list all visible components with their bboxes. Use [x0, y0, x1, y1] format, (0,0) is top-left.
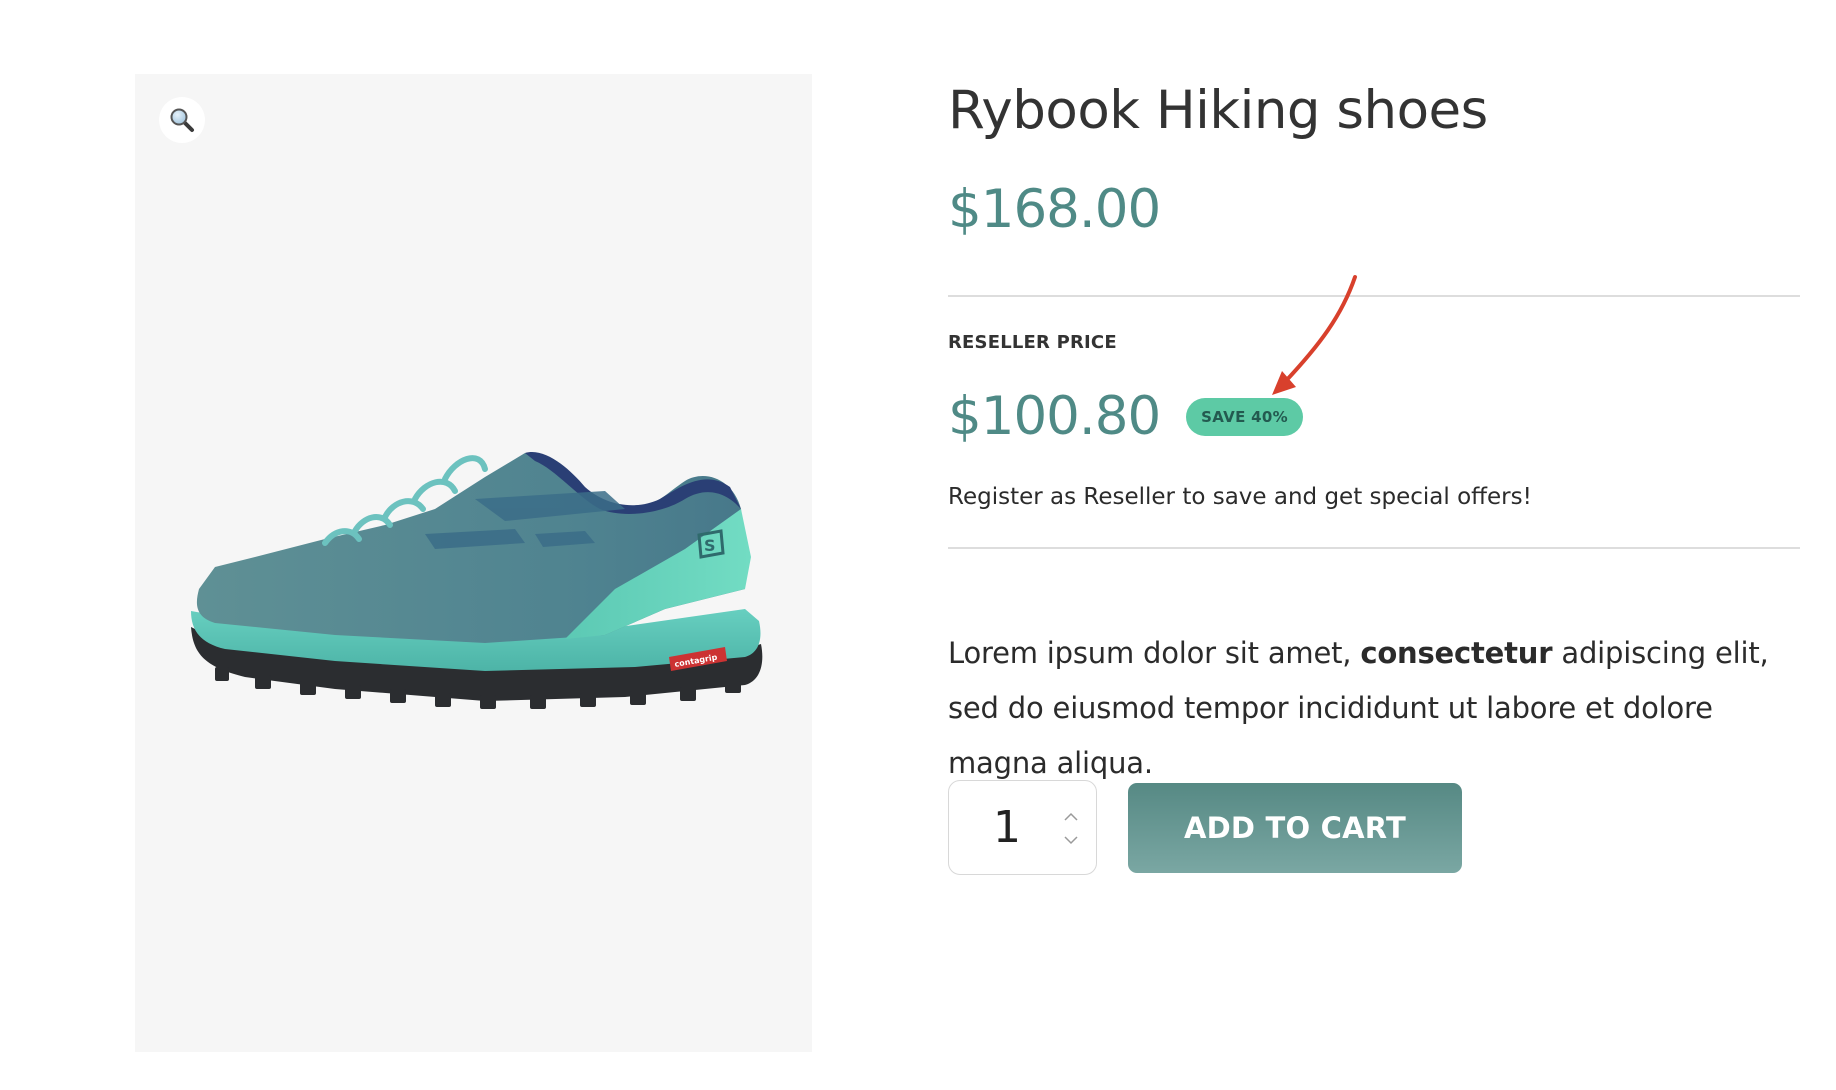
annotation-arrow-icon [1272, 275, 1357, 395]
product-gallery: S contagrip [135, 74, 812, 1052]
quantity-stepper [948, 780, 1097, 875]
hiking-shoe-image[interactable]: S contagrip [185, 439, 767, 784]
product-description: Lorem ipsum dolor sit amet, consectetur … [948, 626, 1800, 791]
reseller-price-row: $100.80 SAVE 40% [948, 384, 1303, 450]
zoom-button[interactable] [159, 97, 205, 143]
chevron-down-icon [1064, 836, 1078, 845]
divider [948, 547, 1800, 549]
chevron-up-icon [1064, 812, 1078, 821]
description-text: Lorem ipsum dolor sit amet, [948, 636, 1361, 670]
magnifier-icon [170, 108, 194, 132]
quantity-decrement-button[interactable] [1061, 832, 1081, 848]
quantity-increment-button[interactable] [1061, 809, 1081, 825]
reseller-price-label: RESELLER PRICE [948, 332, 1117, 353]
save-badge: SAVE 40% [1186, 398, 1303, 436]
svg-text:S: S [704, 536, 716, 555]
regular-price: $168.00 [948, 179, 1161, 240]
product-title: Rybook Hiking shoes [948, 80, 1488, 141]
add-to-cart-button[interactable]: ADD TO CART [1128, 783, 1462, 873]
description-bold: consectetur [1360, 636, 1553, 670]
reseller-note: Register as Reseller to save and get spe… [948, 484, 1532, 510]
quantity-input[interactable] [967, 781, 1047, 874]
reseller-price: $100.80 [948, 386, 1161, 447]
divider [948, 295, 1800, 297]
